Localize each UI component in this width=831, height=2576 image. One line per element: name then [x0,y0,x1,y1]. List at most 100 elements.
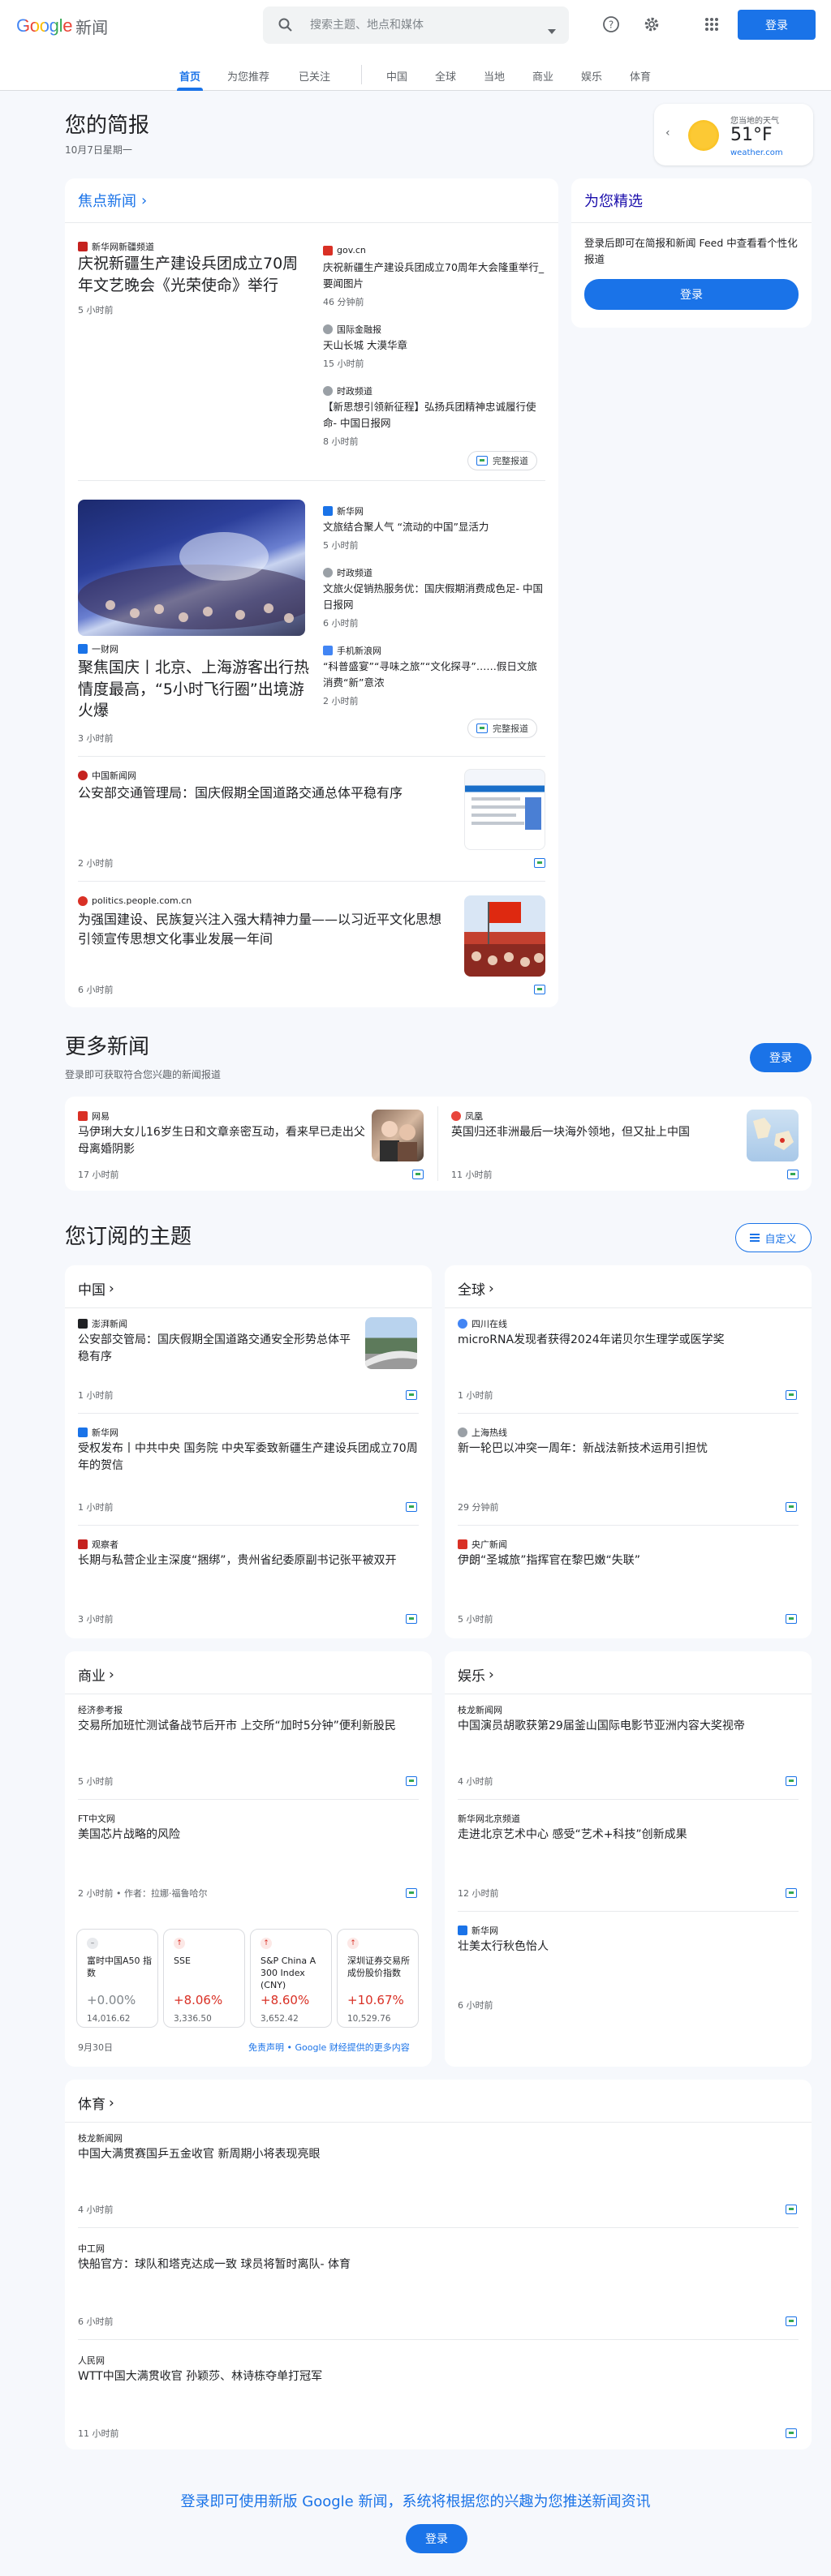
full-coverage-button[interactable]: 完整报道 [467,451,537,470]
topic-header-sports[interactable]: 体育 › [78,2093,114,2114]
full-coverage-icon[interactable] [412,1170,424,1179]
story-headline[interactable]: 马伊琍大女儿16岁生日和文章亲密互动，看来早已走出父母离婚阴影 [78,1124,367,1158]
highway-photo[interactable] [365,1317,417,1369]
chevron-left-icon[interactable]: ‹ [665,127,670,140]
map-thumbnail[interactable] [747,1110,799,1161]
full-coverage-icon[interactable] [406,1888,417,1898]
concert-photo[interactable] [78,500,305,636]
full-coverage-icon[interactable] [534,985,545,994]
lead-story-headline[interactable]: 聚焦国庆丨北京、上海游客出行热情度最高，“5小时飞行圈”出境游火爆 [78,657,313,722]
stock-name: S&P China A 300 Index (CNY) [260,1956,316,1990]
story-time: 8 小时前 [323,436,359,447]
story-headline[interactable]: 走进北京艺术中心 感受“艺术+科技”创新成果 [458,1827,799,1844]
full-coverage-icon[interactable] [406,1614,417,1624]
stock-card[interactable]: ↑ 深圳证券交易所成份股价指数 +10.67% 10,529.76 [337,1929,419,2028]
topic-header-entertainment[interactable]: 娱乐 › [458,1664,494,1685]
more-news-sign-in-button[interactable]: 登录 [750,1043,812,1072]
customize-button[interactable]: 自定义 [735,1223,812,1252]
full-coverage-icon[interactable] [534,858,545,868]
tab-home[interactable]: 首页 [179,68,200,84]
apps-grid-icon[interactable] [703,15,721,33]
story-headline[interactable]: 受权发布丨中共中央 国务院 中央军委致新疆生产建设兵团成立70周年的贺信 [78,1440,419,1475]
story-headline[interactable]: 交易所加班忙测试备战节后开市 上交所“加时5分钟”便利新股民 [78,1718,419,1735]
tab-world[interactable]: 全球 [435,68,456,84]
story-headline[interactable]: 英国归还非洲最后一块海外领地，但又扯上中国 [451,1124,740,1141]
stock-card[interactable]: ↑ SSE +8.06% 3,336.50 [163,1929,245,2028]
full-coverage-icon[interactable] [786,1776,797,1786]
topic-header-business[interactable]: 商业 › [78,1664,114,1685]
stock-change: +0.00% [87,1993,136,2007]
story-headline[interactable]: 公安部交通管理局：国庆假期全国道路交通总体平稳有序 [78,784,451,803]
top-stories-header[interactable]: 焦点新闻 › [78,190,147,211]
story-headline[interactable]: 伊朗“圣城旅”指挥官在黎巴嫩“失联” [458,1552,799,1569]
story-headline[interactable]: WTT中国大满贯收官 孙颖莎、林诗栋夺单打冠军 [78,2368,792,2385]
full-coverage-icon[interactable] [786,2428,797,2438]
related-story-headline[interactable]: 文旅结合聚人气 “流动的中国”显活力 [323,519,547,535]
footer-sign-in-button[interactable]: 登录 [406,2524,467,2553]
full-coverage-icon[interactable] [406,1390,417,1400]
google-news-logo[interactable]: Google 新闻 [16,13,108,39]
celebrity-photo[interactable] [372,1110,424,1161]
story-headline[interactable]: 长期与私营企业主深度“捆绑”，贵州省纪委原副书记张平被双开 [78,1552,419,1569]
full-coverage-icon[interactable] [786,2205,797,2214]
story-headline[interactable]: microRNA发现者获得2024年诺贝尔生理学或医学奖 [458,1332,799,1349]
story-headline[interactable]: 中国大满贯赛国乒五金收官 新周期小将表现亮眼 [78,2146,792,2163]
news-wordmark: 新闻 [75,17,109,37]
related-story-headline[interactable]: “科普盛宴”“寻味之旅”“文化探寻”……假日文旅消费“新”意浓 [323,659,547,691]
full-coverage-icon[interactable] [786,1614,797,1624]
gear-icon[interactable] [643,15,661,33]
tab-business[interactable]: 商业 [532,68,553,84]
weather-source-link[interactable]: weather.com [730,148,783,157]
full-coverage-icon[interactable] [406,1502,417,1512]
related-story-headline[interactable]: 【新思想引领新征程】弘扬兵团精神忠诚履行使命- 中国日报网 [323,399,547,431]
story-headline[interactable]: 新一轮巴以冲突一周年：新战法新技术运用引担忧 [458,1440,799,1458]
tab-following[interactable]: 已关注 [299,68,330,84]
search-box[interactable] [263,6,569,44]
flag-crowd-photo[interactable] [464,895,545,977]
related-story-headline[interactable]: 文旅火促销热服务优：国庆假期消费成色足- 中国日报网 [323,581,547,613]
related-story-headline[interactable]: 天山长城 大漠华章 [323,337,547,354]
search-input[interactable] [310,19,521,32]
story-headline[interactable]: 为强国建设、民族复兴注入强大精神力量——以习近平文化思想引领宣传思想文化事业发展… [78,910,451,949]
page-title: 您的简报 [65,114,150,138]
tab-local[interactable]: 当地 [484,68,505,84]
tab-entertainment[interactable]: 娱乐 [581,68,602,84]
tab-for-you[interactable]: 为您推荐 [227,68,269,84]
full-coverage-icon[interactable] [786,1502,797,1512]
story-headline[interactable]: 公安部交管局：国庆假期全国道路交通安全形势总体平稳有序 [78,1332,354,1366]
lead-story-headline[interactable]: 庆祝新疆生产建设兵团成立70周年文艺晚会《光荣使命》举行 [78,253,313,296]
nav-tabs: 首页 为您推荐 已关注 中国 全球 当地 商业 娱乐 体育 [0,65,831,91]
sign-in-button[interactable]: 登录 [738,10,816,40]
related-story-headline[interactable]: 庆祝新疆生产建设兵团成立70周年大会隆重举行_要闻图片 [323,260,547,292]
tab-sports[interactable]: 体育 [630,68,651,84]
help-icon[interactable]: ? [602,15,620,33]
for-you-sign-in-button[interactable]: 登录 [584,279,799,310]
full-coverage-icon [476,456,488,466]
full-coverage-icon[interactable] [786,1888,797,1898]
full-coverage-icon[interactable] [787,1170,799,1179]
finance-disclaimer-link[interactable]: 免责声明 • Google 财经提供的更多内容 [248,2041,410,2054]
topic-header-china[interactable]: 中国 › [78,1278,114,1299]
tab-china[interactable]: 中国 [386,68,407,84]
chevron-down-icon[interactable] [548,22,556,37]
full-coverage-button[interactable]: 完整报道 [467,719,537,738]
full-coverage-icon[interactable] [786,1390,797,1400]
weather-widget[interactable]: ‹ 您当地的天气 51°F weather.com [654,104,813,165]
story-source: 国际金融报 [323,323,381,336]
source-logo-icon [78,1319,88,1329]
story-source: politics.people.com.cn [78,895,192,906]
stock-card[interactable]: ↑ S&P China A 300 Index (CNY) +8.60% 3,6… [250,1929,332,2028]
topic-header-world[interactable]: 全球 › [458,1278,494,1299]
story-time: 46 分钟前 [323,297,364,307]
full-coverage-icon[interactable] [786,2316,797,2326]
stock-change: +8.06% [174,1993,223,2007]
for-you-title: 为您精选 [584,193,643,210]
stock-card[interactable]: – 富时中国A50 指数 +0.00% 14,016.62 [76,1929,158,2028]
story-headline[interactable]: 中国演员胡歌获第29届釜山国际电影节亚洲内容大奖视帝 [458,1718,799,1735]
story-headline[interactable]: 快船官方：球队和塔克达成一致 球员将暂时离队- 体育 [78,2256,792,2273]
story-headline[interactable]: 壮美太行秋色怡人 [458,1938,799,1956]
story-time: 2 小时前 [323,696,359,706]
story-headline[interactable]: 美国芯片战略的风险 [78,1827,419,1844]
document-thumbnail[interactable] [464,769,545,850]
full-coverage-icon[interactable] [406,1776,417,1786]
